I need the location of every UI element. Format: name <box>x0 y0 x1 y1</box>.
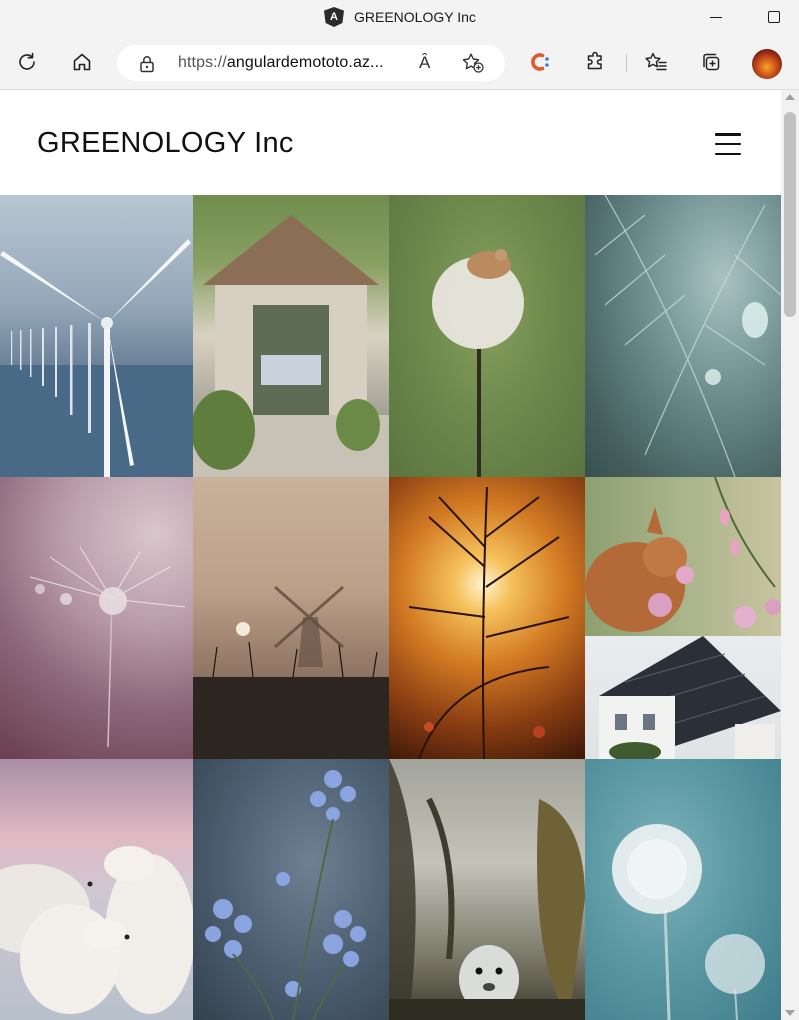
gallery-image-greenhouse-shed[interactable] <box>193 195 389 477</box>
scroll-down-arrow-icon[interactable] <box>785 1010 795 1016</box>
scrollbar-thumb[interactable] <box>784 112 796 317</box>
read-aloud-icon[interactable]: Ȃ <box>419 53 430 73</box>
page-scrollbar[interactable] <box>781 90 799 1020</box>
gallery-image-seal-kelp[interactable] <box>389 759 585 1020</box>
profile-avatar[interactable] <box>752 49 782 79</box>
minimize-button[interactable] <box>704 6 728 28</box>
toolbar-separator <box>626 54 627 72</box>
gallery-image-wind-turbines[interactable] <box>0 195 193 477</box>
window-title: A GREENOLOGY Inc <box>324 6 476 28</box>
favorites-button[interactable] <box>642 48 670 76</box>
coupons-extension-icon <box>531 53 549 71</box>
gallery-image-polar-bears[interactable] <box>0 759 193 1020</box>
menu-bar <box>715 133 741 136</box>
window-title-text: GREENOLOGY Inc <box>354 9 476 25</box>
home-button[interactable] <box>68 48 96 76</box>
refresh-button[interactable] <box>13 48 41 76</box>
address-bar[interactable]: https://angulardemototo.az... Ȃ <box>117 45 505 81</box>
refresh-icon <box>19 52 35 70</box>
menu-bar <box>715 152 741 155</box>
angular-icon: A <box>324 7 344 27</box>
browser-window: A GREENOLOGY Inc https://angulardemototo… <box>0 0 799 1020</box>
page-viewport: GREENOLOGY Inc <box>0 90 781 1020</box>
menu-bar <box>715 142 741 146</box>
gallery-image-mouse-on-dandelion[interactable] <box>389 195 585 477</box>
browser-toolbar: https://angulardemototo.az... Ȃ <box>0 34 799 90</box>
gallery-image-solar-house[interactable] <box>585 636 781 759</box>
collections-icon <box>703 53 720 71</box>
maximize-button[interactable] <box>762 6 786 28</box>
add-favorite-icon[interactable] <box>461 52 485 74</box>
image-gallery <box>0 195 781 1020</box>
maximize-icon <box>768 11 780 23</box>
collections-button[interactable] <box>697 48 725 76</box>
gallery-image-dandelion-clocks[interactable] <box>585 759 781 1020</box>
gallery-image-grass-sunset[interactable] <box>389 477 585 759</box>
gallery-image-blue-flowers[interactable] <box>193 759 389 1020</box>
minimize-icon <box>710 16 722 18</box>
lock-icon[interactable] <box>139 55 155 73</box>
title-bar: A GREENOLOGY Inc <box>0 0 799 34</box>
gallery-image-dew-on-fern[interactable] <box>585 195 781 477</box>
scroll-up-arrow-icon[interactable] <box>785 94 795 100</box>
url-text[interactable]: https://angulardemototo.az... <box>178 54 410 72</box>
gallery-image-windmill-fog[interactable] <box>193 477 389 759</box>
coupons-extension-button[interactable] <box>526 48 554 76</box>
extensions-button[interactable] <box>581 48 609 76</box>
home-icon <box>73 53 91 71</box>
favorites-icon <box>645 52 667 71</box>
gallery-image-dandelion-seed[interactable] <box>0 477 193 759</box>
url-scheme: https:// <box>178 54 227 71</box>
site-header: GREENOLOGY Inc <box>0 90 781 195</box>
hamburger-menu-icon[interactable] <box>714 130 742 158</box>
site-title[interactable]: GREENOLOGY Inc <box>37 127 294 160</box>
extensions-icon <box>587 51 602 70</box>
gallery-image-squirrel[interactable] <box>585 477 781 636</box>
url-host: angulardemototo.az... <box>226 54 384 71</box>
